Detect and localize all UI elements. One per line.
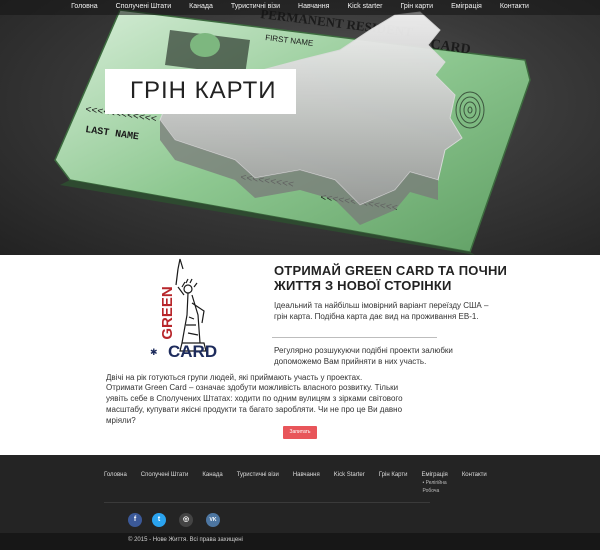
nav-item-education[interactable]: Навчання xyxy=(289,0,338,15)
nav-item-emigration[interactable]: Еміграція xyxy=(442,0,491,15)
help-paragraph: Регулярно розшукуючи подібні проекти зал… xyxy=(274,346,453,366)
top-navigation: Головна Сполучені Штати Канада Туристичн… xyxy=(0,0,600,15)
star-icon: ✱ xyxy=(150,347,158,357)
intro-paragraph: Ідеальний та найбільш імовірний варіант … xyxy=(274,301,489,321)
footer-nav-kick-starter[interactable]: Kick Starter xyxy=(334,471,365,495)
green-card-illustration: PERMANENT RESIDENT CARD FIRST NAME LAST … xyxy=(54,6,531,255)
copyright-text: © 2015 - Нове Життя. Всі права захищені xyxy=(128,537,243,543)
footer-nav-emigration-group: Еміграція • Релігійна Робоча xyxy=(421,471,447,495)
nav-item-united-states[interactable]: Сполучені Штати xyxy=(107,0,180,15)
footer-navigation: Головна Сполучені Штати Канада Туристичн… xyxy=(104,471,501,495)
main-content: GREEN ✱ CARD ОТРИМАЙ GREEN CARD ТА ПОЧНИ… xyxy=(0,255,600,455)
vk-icon[interactable]: VK xyxy=(206,513,220,527)
footer-nav-emigration[interactable]: Еміграція xyxy=(421,471,447,479)
divider xyxy=(272,337,437,338)
footer-nav-green-cards[interactable]: Грін Карти xyxy=(379,471,408,495)
footer-subnav-work[interactable]: Робоча xyxy=(421,487,447,495)
footer-nav-tourist-visas[interactable]: Туристичні візи xyxy=(237,471,279,495)
nav-item-tourist-visas[interactable]: Туристичні візи xyxy=(222,0,289,15)
footer-subnav-religious[interactable]: • Релігійна xyxy=(421,479,447,487)
green-card-logo: GREEN ✱ CARD xyxy=(150,258,217,361)
footer-nav-home[interactable]: Головна xyxy=(104,471,127,495)
facebook-icon[interactable]: f xyxy=(128,513,142,527)
nav-item-canada[interactable]: Канада xyxy=(180,0,222,15)
copyright-bar: © 2015 - Нове Життя. Всі права захищені xyxy=(0,533,600,550)
hero-banner: PERMANENT RESIDENT CARD FIRST NAME LAST … xyxy=(0,0,600,255)
footer-divider xyxy=(104,502,430,503)
twitter-icon[interactable]: t xyxy=(152,513,166,527)
instagram-icon[interactable]: ◎ xyxy=(179,513,193,527)
footer-nav-united-states[interactable]: Сполучені Штати xyxy=(141,471,189,495)
svg-text:CARD: CARD xyxy=(168,342,217,361)
svg-text:GREEN: GREEN xyxy=(159,286,176,339)
nav-item-home[interactable]: Головна xyxy=(62,0,107,15)
content-headline: ОТРИМАЙ GREEN CARD ТА ПОЧНИ ЖИТТЯ З НОВО… xyxy=(274,263,508,293)
ask-button[interactable]: Запитать xyxy=(283,426,317,439)
footer-nav-contacts[interactable]: Контакти xyxy=(462,471,487,495)
benefits-paragraph: Отримати Green Card – означає здобути мо… xyxy=(106,383,403,425)
nav-item-green-cards[interactable]: Грін карти xyxy=(391,0,442,15)
nav-item-contacts[interactable]: Контакти xyxy=(491,0,538,15)
hero-title-box: ГРІН КАРТИ xyxy=(105,69,296,114)
footer: Головна Сполучені Штати Канада Туристичн… xyxy=(0,455,600,550)
footer-nav-education[interactable]: Навчання xyxy=(293,471,320,495)
hero-title: ГРІН КАРТИ xyxy=(130,77,277,104)
footer-nav-canada[interactable]: Канада xyxy=(202,471,222,495)
nav-item-kick-starter[interactable]: Kick starter xyxy=(338,0,391,15)
social-links: f t ◎ VK xyxy=(128,513,220,527)
